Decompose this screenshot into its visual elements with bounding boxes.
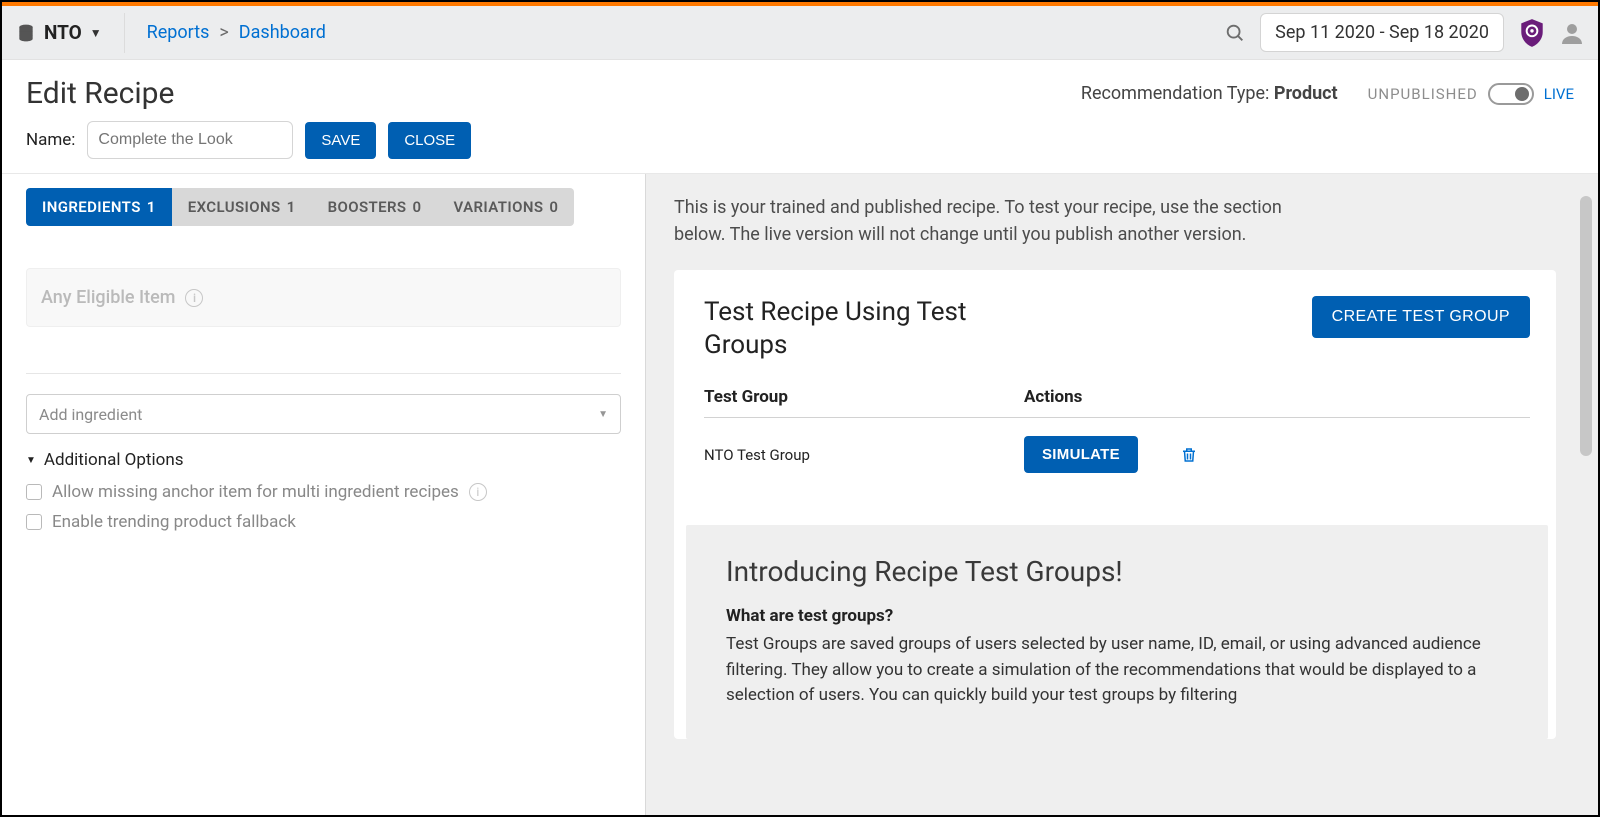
left-panel: INGREDIENTS 1 EXCLUSIONS 1 BOOSTERS 0 VARIA… [2,174,646,817]
option-label: Enable trending product fallback [52,512,296,532]
page-title: Edit Recipe [26,76,174,111]
tab-label: EXCLUSIONS [188,198,281,216]
intro-subtitle: What are test groups? [726,606,1508,626]
chevron-down-icon: ▼ [598,409,608,420]
search-icon[interactable] [1224,22,1246,44]
recipe-name-input[interactable] [87,121,293,159]
option-label: Allow missing anchor item for multi ingr… [52,482,459,502]
divider [124,13,125,53]
name-label: Name: [26,130,75,150]
live-label[interactable]: LIVE [1544,85,1574,103]
tab-count: 1 [147,198,156,216]
tab-count: 0 [549,198,558,216]
main-body: INGREDIENTS 1 EXCLUSIONS 1 BOOSTERS 0 VARIA… [2,174,1598,817]
option-missing-anchor: Allow missing anchor item for multi ingr… [26,482,621,502]
tab-variations[interactable]: VARIATIONS 0 [437,188,574,226]
close-button[interactable]: CLOSE [388,122,471,159]
publish-toggle-group: UNPUBLISHED LIVE [1368,83,1574,105]
intro-panel: Introducing Recipe Test Groups! What are… [686,525,1548,739]
additional-options-toggle[interactable]: ▼ Additional Options [26,450,621,470]
info-icon[interactable]: i [185,289,203,307]
checkbox-trending-fallback[interactable] [26,514,42,530]
trash-icon[interactable] [1180,445,1198,465]
table-row: NTO Test Group SIMULATE [704,418,1530,491]
tab-boosters[interactable]: BOOSTERS 0 [312,188,438,226]
shield-icon[interactable] [1518,18,1546,48]
org-name: NTO [44,21,82,44]
publish-toggle[interactable] [1488,83,1534,105]
tab-count: 1 [287,198,296,216]
test-group-name: NTO Test Group [704,446,1024,464]
tab-label: VARIATIONS [453,198,543,216]
intro-body: Test Groups are saved groups of users se… [726,632,1508,709]
caret-down-icon: ▼ [26,455,36,466]
breadcrumb-reports[interactable]: Reports [147,22,210,43]
recommendation-type: Recommendation Type: Product [1081,83,1338,104]
top-bar: NTO ▼ Reports > Dashboard Sep 11 2020 - … [2,6,1598,60]
checkbox-missing-anchor[interactable] [26,484,42,500]
toggle-knob [1515,87,1529,101]
tab-ingredients[interactable]: INGREDIENTS 1 [26,188,172,226]
breadcrumb: Reports > Dashboard [147,22,326,43]
user-icon[interactable] [1560,21,1584,45]
test-groups-card: Test Recipe Using Test Groups CREATE TES… [674,270,1556,739]
save-button[interactable]: SAVE [305,122,376,159]
scrollbar-thumb[interactable] [1580,196,1592,456]
left-lower-section: Add ingredient ▼ ▼ Additional Options Al… [26,373,621,532]
table-header: Test Group Actions [704,387,1530,418]
unpublished-label: UNPUBLISHED [1368,85,1478,103]
add-ingredient-placeholder: Add ingredient [39,405,142,424]
option-trending-fallback: Enable trending product fallback [26,512,621,532]
col-test-group: Test Group [704,387,1024,407]
test-groups-table: Test Group Actions NTO Test Group SIMULA… [704,387,1530,491]
tab-label: INGREDIENTS [42,198,141,216]
trained-recipe-text: This is your trained and published recip… [674,194,1314,248]
simulate-button[interactable]: SIMULATE [1024,436,1138,473]
eligible-item-label: Any Eligible Item [41,287,175,308]
recipe-tabs: INGREDIENTS 1 EXCLUSIONS 1 BOOSTERS 0 VARIA… [26,188,574,226]
right-panel: This is your trained and published recip… [646,174,1598,817]
tab-exclusions[interactable]: EXCLUSIONS 1 [172,188,312,226]
recommendation-type-label: Recommendation Type: [1081,83,1270,104]
tab-label: BOOSTERS [328,198,407,216]
page-header: Edit Recipe Recommendation Type: Product… [2,60,1598,174]
add-ingredient-select[interactable]: Add ingredient ▼ [26,394,621,434]
breadcrumb-sep: > [219,22,228,43]
date-range-picker[interactable]: Sep 11 2020 - Sep 18 2020 [1260,13,1504,52]
breadcrumb-dashboard[interactable]: Dashboard [239,22,326,43]
create-test-group-button[interactable]: CREATE TEST GROUP [1312,296,1530,338]
recommendation-type-value: Product [1274,83,1338,104]
info-icon[interactable]: i [469,483,487,501]
intro-title: Introducing Recipe Test Groups! [726,555,1508,588]
database-icon [16,23,36,43]
tab-count: 0 [413,198,422,216]
additional-options-label: Additional Options [44,450,184,470]
col-actions: Actions [1024,387,1082,407]
app-frame: NTO ▼ Reports > Dashboard Sep 11 2020 - … [0,0,1600,817]
org-picker[interactable]: NTO ▼ [16,21,102,44]
additional-options-list: Allow missing anchor item for multi ingr… [26,482,621,532]
chevron-down-icon: ▼ [90,26,102,40]
test-groups-title: Test Recipe Using Test Groups [704,296,1024,361]
eligible-item-card: Any Eligible Item i [26,268,621,327]
